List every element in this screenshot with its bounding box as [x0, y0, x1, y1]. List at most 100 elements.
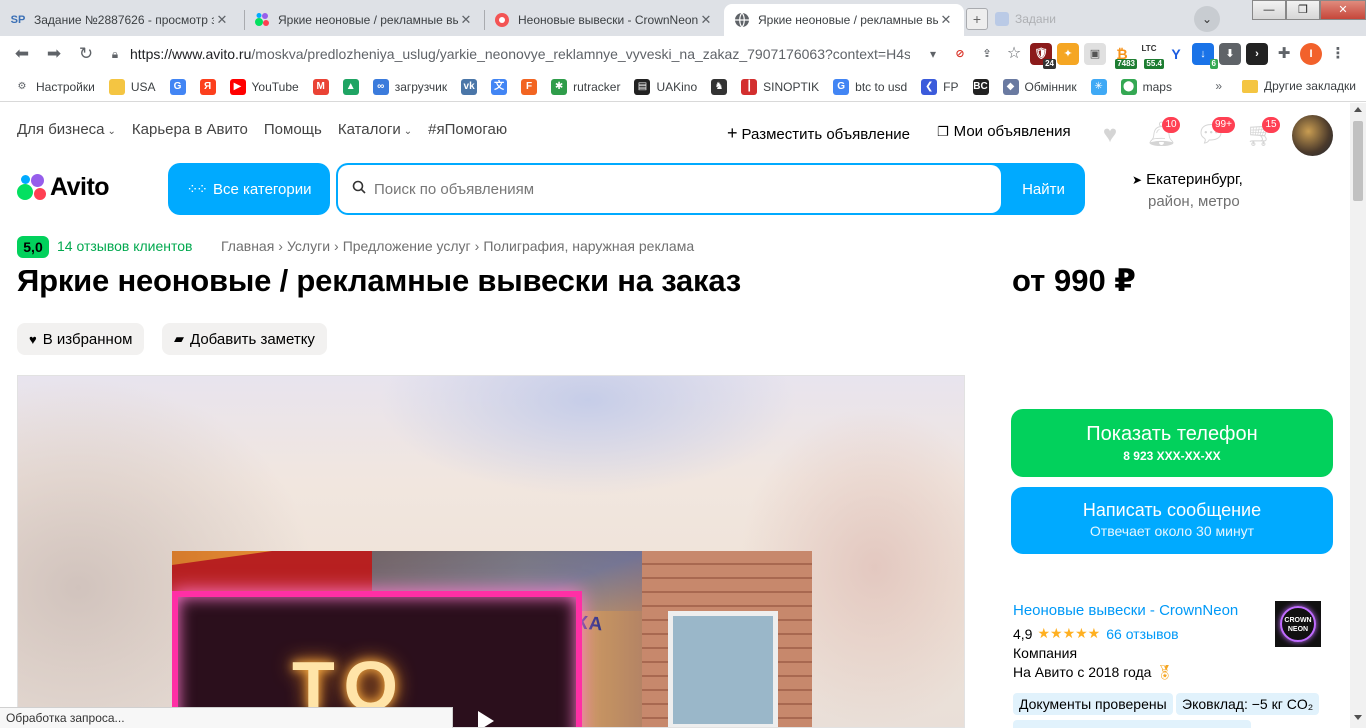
browser-tab-active[interactable]: Яркие неоновые / рекламные выв ✕ — [724, 4, 964, 36]
top-nav-item[interactable]: Карьера в Авито — [132, 121, 248, 138]
seller-logo[interactable]: CROWN NEON — [1275, 601, 1321, 647]
breadcrumb-item[interactable]: Услуги — [287, 238, 330, 254]
close-window-button[interactable]: ✕ — [1320, 0, 1366, 20]
extensions-puzzle-icon[interactable]: ✚ — [1273, 43, 1295, 65]
bookmark-item[interactable]: ⬤ maps — [1120, 78, 1172, 95]
scroll-thumb[interactable] — [1353, 121, 1363, 201]
bookmark-item[interactable]: ✱ rutracker — [551, 78, 620, 95]
profile-avatar-icon[interactable]: I — [1300, 43, 1322, 65]
listing-photo[interactable]: РАССРОЧКА TO — [172, 551, 812, 727]
address-bar[interactable]: 🔒︎ https://www.avito.ru/moskva/predlozhe… — [100, 40, 930, 68]
blocked-popup-icon[interactable]: ⊘ — [949, 43, 971, 65]
seller-name-link[interactable]: Неоновые вывески - CrownNeon — [1013, 602, 1238, 619]
add-note-button[interactable]: ▰ Добавить заметку — [162, 323, 327, 355]
bookmark-item[interactable]: F — [521, 78, 538, 95]
bitcoin-icon[interactable]: ₿ 7483 — [1111, 43, 1137, 69]
eco-contribution-tag[interactable]: Эковклад: −5 кг CO₂ — [1176, 693, 1320, 715]
bookmark-item[interactable]: ┃ SINOPTIK — [741, 78, 819, 95]
bookmark-item[interactable]: ∞ загрузчик — [372, 78, 447, 95]
bookmark-item[interactable]: 文 — [491, 78, 508, 95]
bookmark-item[interactable]: Я — [199, 78, 216, 95]
close-icon[interactable]: ✕ — [698, 12, 714, 28]
extension-shield-icon[interactable]: 🛡︎ 24 — [1030, 43, 1056, 69]
forward-arrow-icon[interactable]: ➡ — [40, 40, 68, 68]
play-icon[interactable] — [478, 711, 494, 727]
minimize-button[interactable]: — — [1252, 0, 1286, 20]
extension-box-icon[interactable]: ▣ — [1084, 43, 1106, 65]
breadcrumb-item[interactable]: Полиграфия, наружная реклама — [483, 238, 694, 254]
close-icon[interactable]: ✕ — [938, 12, 954, 28]
my-ads-link[interactable]: ❐ Мои объявления — [937, 123, 1071, 140]
extension-save-icon[interactable]: ⬇ — [1219, 43, 1241, 65]
breadcrumb-item[interactable]: Главная — [221, 238, 274, 254]
other-bookmarks[interactable]: » Другие закладки — [1215, 79, 1356, 93]
maximize-button[interactable]: ❐ — [1286, 0, 1320, 20]
photo-gallery[interactable]: РАССРОЧКА TO — [17, 375, 965, 728]
menu-dots-icon[interactable]: ⋮ — [1327, 43, 1349, 65]
bookmark-item[interactable]: Gbtc to usd — [833, 78, 907, 95]
extension-terminal-icon[interactable]: › — [1246, 43, 1268, 65]
search-input[interactable] — [374, 180, 974, 198]
bookmark-item[interactable]: USA — [108, 78, 156, 95]
back-arrow-icon[interactable]: ⬅ — [8, 40, 36, 68]
bookmark-item[interactable]: ❮ FP — [921, 78, 959, 95]
all-categories-button[interactable]: ⁘⁘ Все категории — [168, 163, 330, 215]
lock-icon[interactable]: 🔒︎ — [100, 47, 130, 62]
top-nav-item[interactable]: Помощь — [264, 121, 322, 138]
bookmark-item[interactable]: ⚙ Настройки — [14, 79, 95, 95]
share-icon[interactable]: ⇪ — [976, 43, 998, 65]
bookmark-item[interactable]: G — [169, 78, 186, 95]
bookmark-item[interactable]: ✳ — [1090, 78, 1107, 95]
browser-tab[interactable]: SP Задание №2887626 - просмотр за ✕ — [0, 4, 240, 36]
breadcrumb-item[interactable]: Предложение услуг — [343, 238, 471, 254]
extension-download-icon[interactable]: ↓ 6 — [1192, 43, 1218, 69]
scroll-down-arrow-icon[interactable] — [1354, 715, 1362, 720]
reload-icon[interactable]: ↻ — [72, 40, 100, 68]
post-ad-link[interactable]: + Разместить объявление — [727, 123, 910, 144]
bookmark-item[interactable]: M — [312, 78, 329, 95]
close-icon[interactable]: ✕ — [458, 12, 474, 28]
browser-tab[interactable]: Неоновые вывески - CrownNeon ✕ — [484, 4, 724, 36]
page-scrollbar[interactable] — [1350, 103, 1366, 728]
avatar[interactable] — [1292, 115, 1333, 156]
new-tab-button[interactable]: + — [966, 8, 988, 30]
messages-icon[interactable]: 💬︎ 99+ — [1196, 117, 1235, 149]
seller-logo-text: CROWN NEON — [1280, 606, 1316, 642]
top-nav-item[interactable]: Для бизнеса ⌄ — [17, 121, 116, 138]
bookmark-star-icon[interactable]: ☆ — [1003, 43, 1025, 65]
top-nav-item[interactable]: #яПомогаю — [428, 121, 507, 138]
cart-icon[interactable]: 🛒︎ 15 — [1246, 117, 1280, 149]
url-text[interactable]: https://www.avito.ru/moskva/predlozheniy… — [130, 46, 910, 62]
bookmark-item[interactable]: BC — [972, 78, 989, 95]
documents-verified-tag[interactable]: Документы проверены — [1013, 693, 1173, 715]
tab-search-button[interactable]: ⌄ — [1194, 6, 1220, 32]
bookmarks-more-icon[interactable]: » — [1215, 79, 1222, 93]
dropdown-icon[interactable]: ▾ — [930, 47, 944, 61]
write-message-button[interactable]: Написать сообщение Отвечает около 30 мин… — [1011, 487, 1333, 554]
bookmark-item[interactable]: ▶ YouTube — [229, 78, 299, 95]
favorites-heart-icon[interactable]: ♥ — [1096, 121, 1124, 149]
litecoin-icon[interactable]: LTC 55.4 — [1138, 43, 1164, 69]
bookmark-item[interactable]: vk — [461, 78, 478, 95]
scroll-up-arrow-icon[interactable] — [1354, 107, 1362, 112]
bookmark-item[interactable]: ▤ UAKino — [634, 78, 697, 95]
grid-icon: ⁘⁘ — [186, 180, 208, 197]
avito-logo[interactable]: Avito — [17, 173, 110, 202]
search-field[interactable] — [338, 165, 1001, 213]
extension-fox-icon[interactable]: ✦ — [1057, 43, 1079, 65]
bookmark-item[interactable]: ▲ — [342, 78, 359, 95]
seller-reviews-link[interactable]: 66 отзывов — [1106, 626, 1178, 642]
search-button[interactable]: Найти — [1004, 165, 1083, 213]
reviews-link[interactable]: 14 отзывов клиентов — [57, 238, 193, 254]
bookmark-label: maps — [1142, 79, 1172, 94]
close-icon[interactable]: ✕ — [214, 12, 230, 28]
location-selector[interactable]: ➤ Екатеринбург, район, метро — [1132, 169, 1243, 213]
bookmark-item[interactable]: ♞ — [711, 78, 728, 95]
browser-tab[interactable]: Яркие неоновые / рекламные выв ✕ — [244, 4, 484, 36]
notifications-bell-icon[interactable]: 🔔︎ 10 — [1146, 117, 1180, 149]
extension-y-icon[interactable]: Y — [1165, 43, 1187, 65]
favorite-button[interactable]: ♥ В избранном — [17, 323, 145, 355]
bookmark-item[interactable]: ◆ Обмінник — [1002, 78, 1077, 95]
show-phone-button[interactable]: Показать телефон 8 923 XXX-XX-XX — [1011, 409, 1333, 477]
top-nav-item[interactable]: Каталоги ⌄ — [338, 121, 412, 138]
